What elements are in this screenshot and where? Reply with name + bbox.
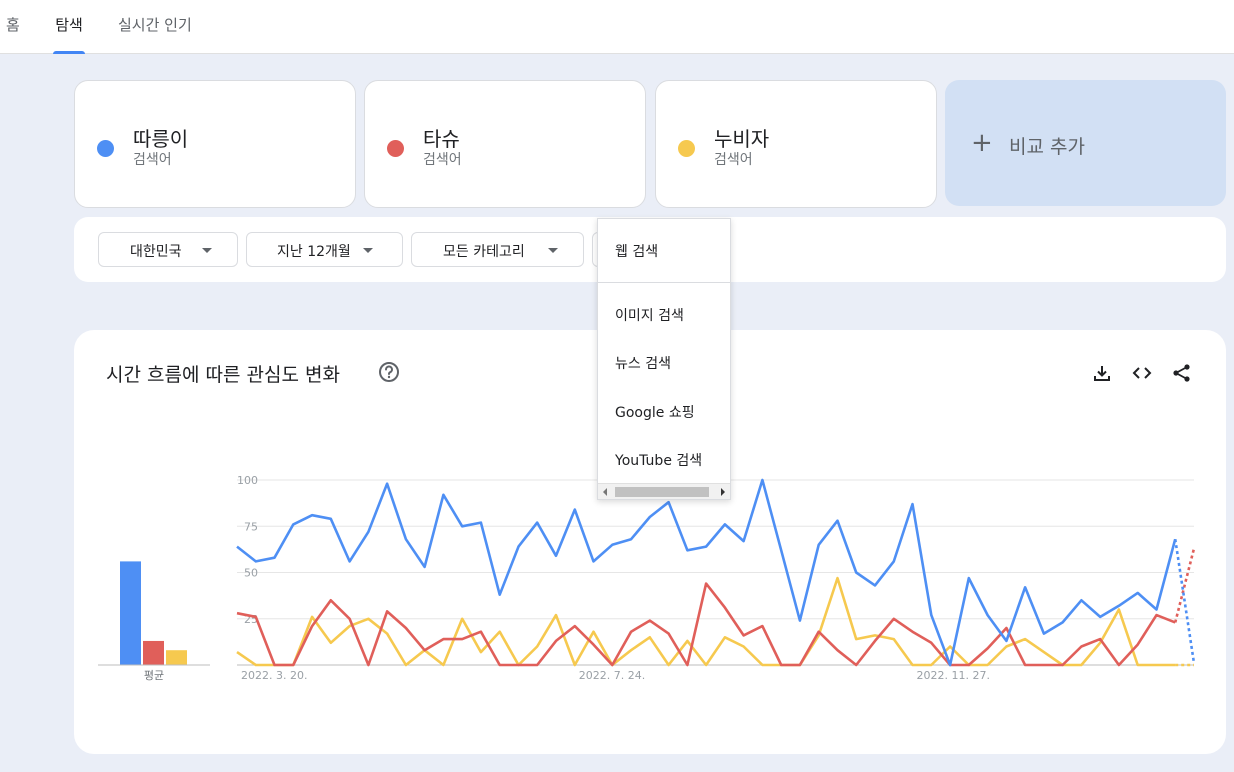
y-tick-label: 75 xyxy=(244,520,258,533)
tab-explore-label: 탐색 xyxy=(55,16,83,34)
x-tick-label: 2022. 3. 20. xyxy=(241,669,307,682)
x-tick-label: 2022. 7. 24. xyxy=(579,669,645,682)
term-color-dot xyxy=(387,140,404,157)
tab-explore[interactable]: 탐색 xyxy=(53,14,85,54)
term-color-dot xyxy=(97,140,114,157)
region-select-value: 대한민국 xyxy=(130,244,182,260)
scrollbar-thumb[interactable] xyxy=(615,487,709,497)
tab-home[interactable]: 홈 xyxy=(6,14,20,54)
average-bar xyxy=(143,640,164,665)
term-card-2[interactable]: 타슈 검색어 xyxy=(364,80,646,208)
chevron-down-icon xyxy=(548,248,558,253)
menu-item-image-search[interactable]: 이미지 검색 xyxy=(615,305,684,325)
term-card-1[interactable]: 따릉이 검색어 xyxy=(74,80,356,208)
scroll-right-arrow-icon[interactable] xyxy=(721,488,725,496)
category-select-value: 모든 카테고리 xyxy=(443,244,525,260)
search-type-menu: 웹 검색 이미지 검색 뉴스 검색 Google 쇼핑 YouTube 검색 xyxy=(597,218,731,500)
menu-divider xyxy=(598,282,730,283)
region-select[interactable]: 대한민국 xyxy=(98,232,238,267)
average-bar xyxy=(120,561,141,665)
term-type: 검색어 xyxy=(133,152,172,168)
y-tick-label: 100 xyxy=(237,474,258,487)
term-name[interactable]: 타슈 xyxy=(423,123,460,152)
menu-item-news-search[interactable]: 뉴스 검색 xyxy=(615,353,671,373)
tab-trending-now[interactable]: 실시간 인기 xyxy=(118,14,192,54)
series-line xyxy=(236,582,1176,667)
top-navigation: 홈 탐색 실시간 인기 xyxy=(0,0,1234,54)
term-name[interactable]: 누비자 xyxy=(714,123,769,152)
tab-trending-now-label: 실시간 인기 xyxy=(118,16,192,34)
plus-icon: + xyxy=(971,128,993,158)
average-label: 평균 xyxy=(144,669,164,682)
period-select-value: 지난 12개월 xyxy=(277,244,351,260)
horizontal-scrollbar[interactable] xyxy=(598,483,730,499)
add-comparison-label: 비교 추가 xyxy=(1009,136,1085,158)
term-color-dot xyxy=(678,140,695,157)
menu-item-google-shopping[interactable]: Google 쇼핑 xyxy=(615,402,695,422)
chevron-down-icon xyxy=(363,248,373,253)
menu-item-web-search[interactable]: 웹 검색 xyxy=(615,241,658,261)
chevron-down-icon xyxy=(202,248,212,253)
average-bar xyxy=(166,650,187,665)
term-type: 검색어 xyxy=(714,152,753,168)
term-name[interactable]: 따릉이 xyxy=(133,123,188,152)
term-card-3[interactable]: 누비자 검색어 xyxy=(655,80,937,208)
term-type: 검색어 xyxy=(423,152,462,168)
tab-home-label: 홈 xyxy=(6,16,20,34)
add-comparison-button[interactable]: + 비교 추가 xyxy=(945,80,1226,206)
x-tick-label: 2022. 11. 27. xyxy=(917,669,990,682)
period-select[interactable]: 지난 12개월 xyxy=(246,232,403,267)
category-select[interactable]: 모든 카테고리 xyxy=(411,232,584,267)
series-line xyxy=(236,576,1176,667)
active-tab-indicator xyxy=(53,51,85,54)
scroll-left-arrow-icon[interactable] xyxy=(603,488,607,496)
menu-item-youtube-search[interactable]: YouTube 검색 xyxy=(615,450,702,470)
y-tick-label: 50 xyxy=(244,567,258,580)
